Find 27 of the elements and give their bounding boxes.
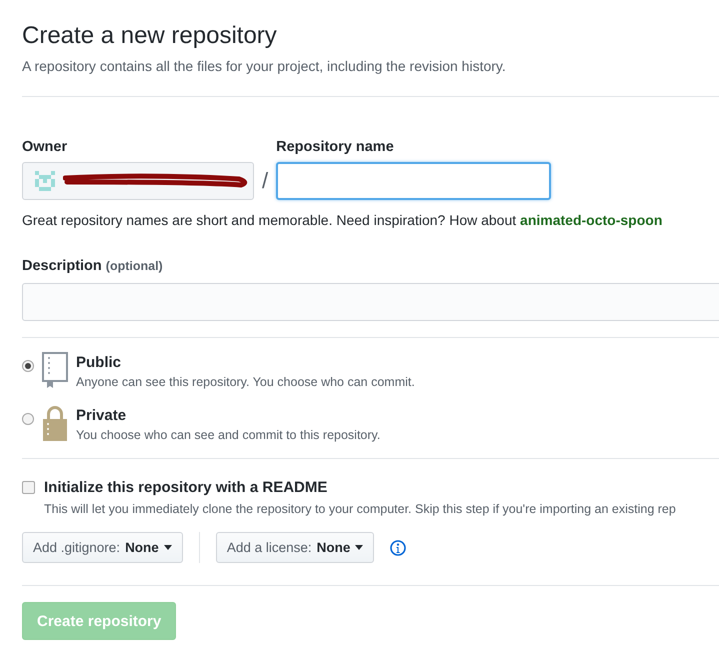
repository-name-field[interactable] [276, 162, 552, 200]
book-icon [42, 352, 68, 388]
readme-note: This will let you immediately clone the repository to your computer. Skip this step if you're importing an existing rep [44, 502, 676, 516]
repository-name-label: Repository name [276, 139, 394, 155]
visibility-label: Public [76, 354, 122, 371]
name-hint: Great repository names are short and memorable. Need inspiration? How about animated-octo-spoon [22, 212, 662, 228]
visibility-note: You choose who can see and commit to this repository. [76, 428, 380, 442]
page-subtitle: A repository contains all the files for your project, including the revision history. [22, 58, 506, 74]
lock-icon [42, 405, 68, 441]
owner-label: Owner [22, 139, 68, 155]
avatar-icon [35, 171, 55, 191]
readme-label: Initialize this repository with a README [44, 479, 328, 496]
description-label: Description (optional) [22, 258, 163, 274]
select-dropdown[interactable]: Add .gitignore: None [22, 532, 183, 563]
owner-dropdown[interactable] [22, 162, 254, 200]
caret-icon [355, 545, 364, 550]
select-dropdown[interactable]: Add a license: None [216, 532, 374, 563]
radio-button[interactable] [22, 413, 34, 425]
page-title: Create a new repository [22, 21, 278, 50]
visibility-label: Private [76, 407, 126, 424]
description-field[interactable] [22, 283, 719, 321]
checkbox[interactable] [22, 481, 35, 494]
info-icon[interactable] [390, 540, 406, 556]
radio-button[interactable] [22, 360, 34, 372]
caret-icon [164, 545, 172, 550]
separator-slash: / [262, 168, 268, 195]
visibility-note: Anyone can see this repository. You choose who can commit. [76, 375, 415, 389]
